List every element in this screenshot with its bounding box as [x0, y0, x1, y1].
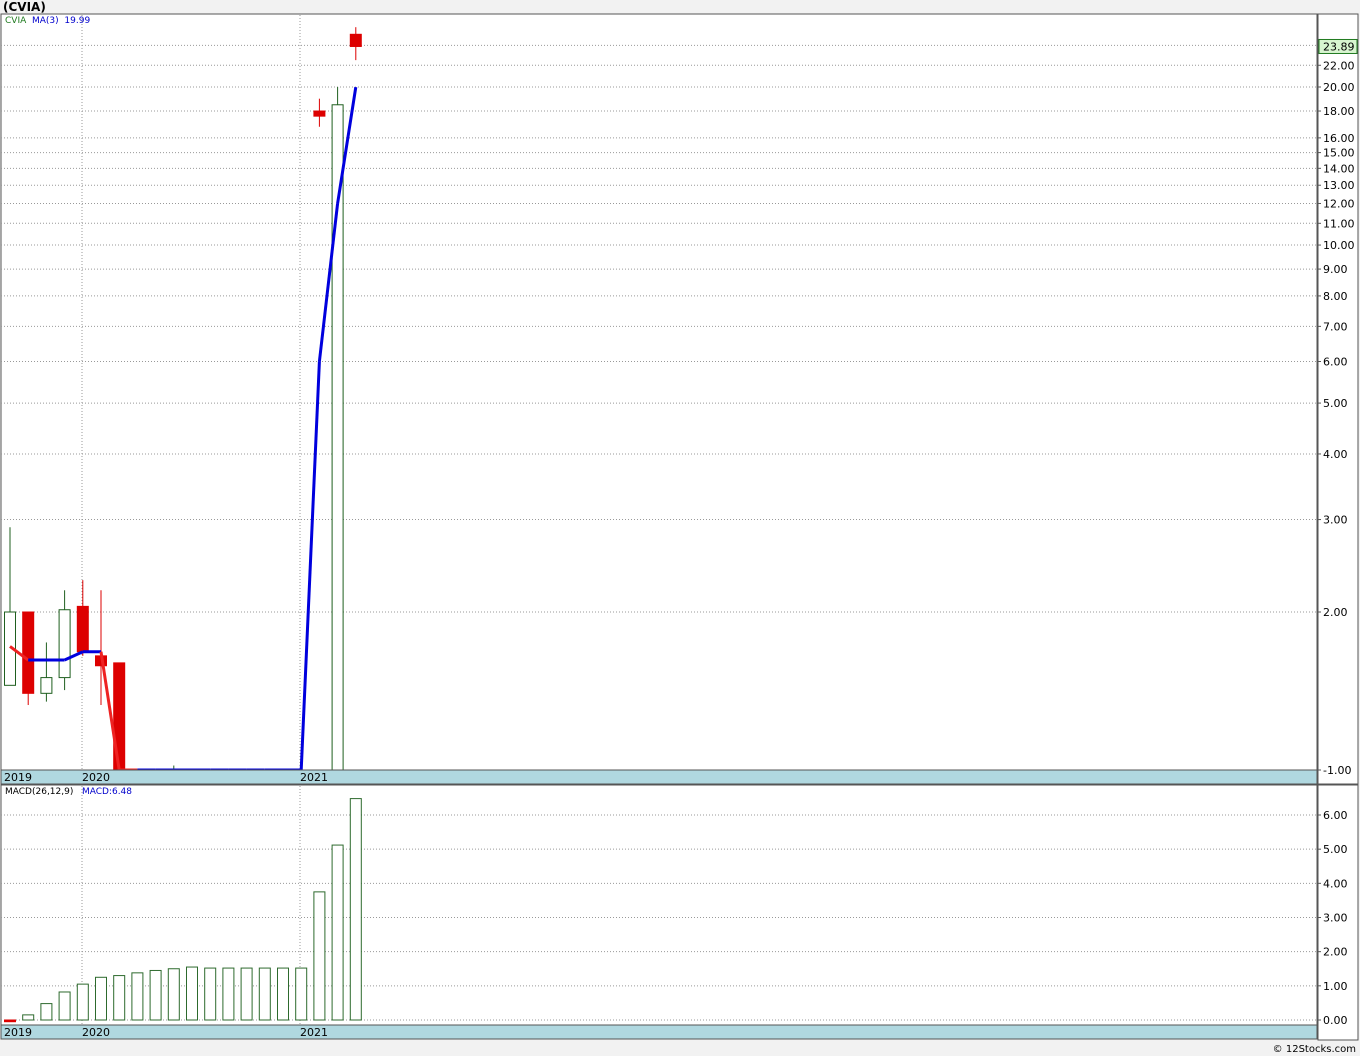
- macd-x-axis-bar: [0, 1024, 1318, 1040]
- legend-symbol: CVIA: [5, 16, 27, 26]
- price-tick-label: 16.00: [1323, 132, 1355, 145]
- chart-title: (CVIA): [3, 0, 46, 14]
- price-tick-label: -1.00: [1323, 764, 1351, 777]
- macd-tick-label: 0.00: [1323, 1014, 1348, 1027]
- price-tick-label: 12.00: [1323, 197, 1355, 210]
- legend-ma-label: MA(3): [32, 16, 59, 26]
- price-panel: [0, 13, 1318, 785]
- macd-legend: MACD(26,12,9) MACD:6.48: [5, 787, 132, 797]
- macd-tick-label: 1.00: [1323, 980, 1348, 993]
- price-tick-label: 4.00: [1323, 448, 1348, 461]
- price-tick-label: 10.00: [1323, 239, 1355, 252]
- price-x-label: 2020: [82, 771, 110, 784]
- price-x-label: 2021: [300, 771, 328, 784]
- price-tick-label: 3.00: [1323, 514, 1348, 527]
- price-tick-label: 11.00: [1323, 217, 1355, 230]
- price-tick-label: 22.00: [1323, 59, 1355, 72]
- price-tick-label: 2.00: [1323, 606, 1348, 619]
- macd-bar: [4, 1019, 16, 1023]
- macd-tick-label: 5.00: [1323, 843, 1348, 856]
- price-tick-label: 13.00: [1323, 179, 1355, 192]
- site-credit: © 12Stocks.com: [1272, 1044, 1356, 1055]
- macd-bar: [76, 983, 89, 1021]
- price-x-label: 2019: [4, 771, 32, 784]
- candle-body: [40, 677, 53, 694]
- macd-bar: [222, 967, 235, 1021]
- candle-body: [58, 609, 71, 679]
- macd-bar: [167, 968, 180, 1021]
- price-x-axis-bar: [0, 769, 1318, 785]
- macd-bar: [258, 967, 271, 1021]
- price-tick-label: 9.00: [1323, 263, 1348, 276]
- macd-tick-label: 3.00: [1323, 912, 1348, 925]
- price-legend: CVIA MA(3) 19.99: [5, 16, 90, 26]
- candle-body: [76, 605, 89, 653]
- macd-bar: [186, 966, 198, 1021]
- macd-legend-label: MACD(26,12,9): [5, 787, 74, 797]
- macd-bar: [113, 975, 126, 1021]
- macd-tick-label: 6.00: [1323, 809, 1348, 822]
- price-tick-label: 14.00: [1323, 162, 1355, 175]
- macd-legend-value: MACD:6.48: [81, 787, 133, 797]
- price-tick-label: 5.00: [1323, 397, 1348, 410]
- price-tick-label: 8.00: [1323, 290, 1348, 303]
- price-tick-label: 7.00: [1323, 320, 1348, 333]
- macd-bar: [277, 967, 289, 1021]
- legend-ma-value: 19.99: [64, 16, 91, 26]
- macd-bar: [313, 891, 326, 1021]
- candle-body: [313, 110, 326, 117]
- price-tick-label: 6.00: [1323, 356, 1348, 369]
- candle-body: [22, 611, 35, 694]
- macd-bar: [58, 991, 71, 1021]
- macd-bar: [295, 967, 308, 1021]
- last-price-label: 23.89: [1323, 40, 1355, 53]
- macd-bar: [40, 1003, 53, 1021]
- candle-body: [349, 33, 362, 47]
- macd-tick-label: 4.00: [1323, 877, 1348, 890]
- macd-x-label: 2020: [82, 1026, 110, 1039]
- stock-chart: 201920202021 24.0022.0020.0018.0016.0015…: [0, 0, 1360, 1056]
- macd-bar: [331, 844, 344, 1021]
- macd-bar: [149, 969, 162, 1021]
- macd-bar: [131, 972, 144, 1021]
- macd-bar: [95, 976, 107, 1021]
- price-tick-label: 20.00: [1323, 81, 1355, 94]
- macd-x-label: 2019: [4, 1026, 32, 1039]
- macd-bar: [204, 967, 217, 1021]
- macd-bar: [240, 967, 253, 1021]
- macd-bar: [349, 798, 362, 1021]
- macd-tick-label: 2.00: [1323, 946, 1348, 959]
- macd-x-label: 2021: [300, 1026, 328, 1039]
- macd-bar: [22, 1014, 35, 1021]
- macd-panel: [0, 784, 1318, 1026]
- price-tick-label: 15.00: [1323, 147, 1355, 160]
- price-tick-label: 18.00: [1323, 105, 1355, 118]
